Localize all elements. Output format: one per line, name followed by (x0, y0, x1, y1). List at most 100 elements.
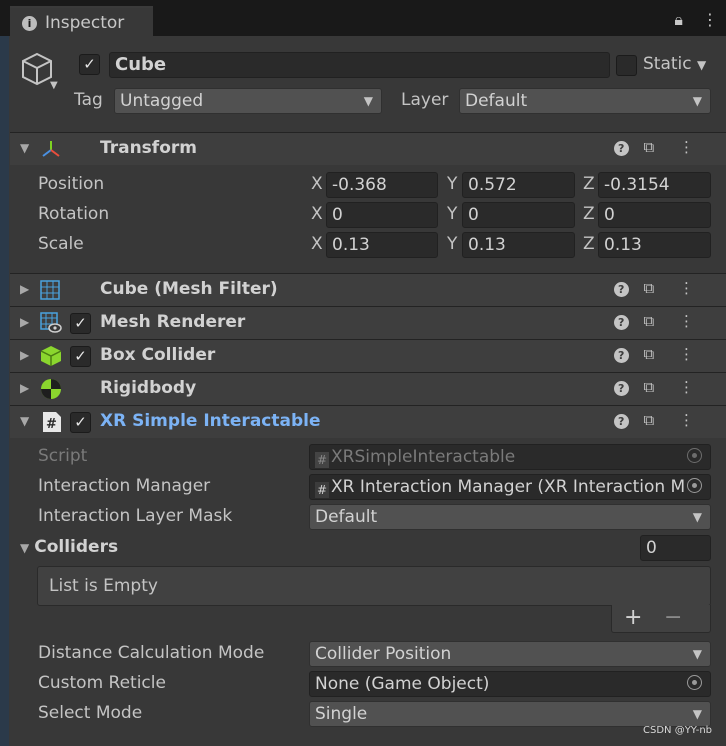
position-z-field[interactable]: -0.3154 (598, 172, 711, 198)
presets-icon[interactable]: ⧉ (644, 345, 665, 363)
interaction-layer-mask-dropdown[interactable]: Default ▼ (309, 504, 711, 530)
rotation-x-field[interactable]: 0 (326, 202, 438, 228)
colliders-foldout[interactable]: ▼ Colliders (20, 537, 118, 557)
scale-x-field[interactable]: 0.13 (326, 232, 438, 258)
box-collider-enabled-checkbox[interactable]: ✓ (70, 346, 91, 367)
static-label[interactable]: Static ▼ (643, 54, 706, 74)
axis-y-label[interactable]: Y (447, 234, 457, 254)
component-title: Mesh Renderer (100, 312, 246, 332)
axis-z-label[interactable]: Z (583, 204, 595, 224)
transform-header[interactable]: ▼ Transform ? ⧉ ⋮ (10, 132, 726, 165)
active-checkbox[interactable]: ✓ (79, 54, 100, 75)
help-icon[interactable]: ? (613, 141, 629, 156)
scale-z-field[interactable]: 0.13 (598, 232, 711, 258)
context-menu-icon[interactable]: ⋮ (679, 411, 704, 429)
scale-y-field[interactable]: 0.13 (462, 232, 575, 258)
axis-y-label[interactable]: Y (447, 204, 457, 224)
help-icon[interactable]: ? (613, 282, 629, 297)
axis-z-label[interactable]: Z (583, 234, 595, 254)
mesh-filter-header[interactable]: ▶ Cube (Mesh Filter) ? ⧉ ⋮ (10, 273, 726, 306)
mesh-renderer-icon (40, 312, 62, 339)
tab-bar: i Inspector 🔒︎ ⋮ (0, 0, 726, 38)
foldout-expanded-icon[interactable]: ▼ (20, 414, 29, 428)
object-picker-icon[interactable] (687, 478, 702, 493)
axis-x-label[interactable]: X (311, 174, 323, 194)
box-collider-header[interactable]: ▶ ✓ Box Collider ? ⧉ ⋮ (10, 339, 726, 372)
presets-icon[interactable]: ⧉ (644, 378, 665, 396)
list-empty-text: List is Empty (49, 576, 158, 596)
component-title: Rigidbody (100, 378, 197, 398)
custom-reticle-field[interactable]: None (Game Object) (309, 671, 711, 697)
context-menu-icon[interactable]: ⋮ (679, 345, 704, 363)
help-icon[interactable]: ? (613, 348, 629, 363)
context-menu-icon[interactable]: ⋮ (679, 378, 704, 396)
rigidbody-icon (40, 378, 62, 405)
interaction-manager-field[interactable]: # XR Interaction Manager (XR Interaction … (309, 474, 711, 500)
foldout-collapsed-icon[interactable]: ▶ (20, 282, 29, 296)
object-name-field[interactable]: Cube (109, 52, 610, 78)
position-x-field[interactable]: -0.368 (326, 172, 438, 198)
layer-value: Default (465, 91, 528, 111)
select-mode-value: Single (315, 704, 368, 724)
xr-simple-interactable-header[interactable]: ▼ # ✓ XR Simple Interactable ? ⧉ ⋮ (10, 405, 726, 438)
presets-icon[interactable]: ⧉ (644, 411, 665, 429)
tab-inspector[interactable]: i Inspector (10, 6, 153, 38)
remove-item-button[interactable]: − (664, 605, 682, 630)
foldout-expanded-icon[interactable]: ▼ (20, 141, 29, 155)
component-title: Box Collider (100, 345, 216, 365)
help-icon[interactable]: ? (613, 381, 629, 396)
foldout-collapsed-icon[interactable]: ▶ (20, 348, 29, 362)
object-picker-icon[interactable] (687, 675, 702, 690)
row-label: Position (38, 174, 105, 194)
tag-dropdown[interactable]: Untagged ▼ (114, 88, 382, 114)
rotation-y-field[interactable]: 0 (462, 202, 575, 228)
xr-enabled-checkbox[interactable]: ✓ (70, 412, 91, 433)
tab-label: Inspector (45, 13, 125, 33)
lock-icon[interactable]: 🔒︎ (674, 10, 683, 29)
icon-dropdown-icon[interactable]: ▼ (50, 80, 58, 91)
layer-mask-value: Default (315, 507, 378, 527)
help-icon[interactable]: ? (613, 414, 629, 429)
chevron-down-icon: ▼ (363, 94, 373, 108)
mesh-renderer-header[interactable]: ▶ ✓ Mesh Renderer ? ⧉ ⋮ (10, 306, 726, 339)
component-title: XR Simple Interactable (100, 411, 321, 431)
rigidbody-header[interactable]: ▶ Rigidbody ? ⧉ ⋮ (10, 372, 726, 405)
context-menu-icon[interactable]: ⋮ (679, 279, 704, 297)
mesh-renderer-enabled-checkbox[interactable]: ✓ (70, 313, 91, 334)
colliders-size-field[interactable]: 0 (640, 535, 711, 561)
foldout-expanded-icon[interactable]: ▼ (20, 541, 29, 555)
foldout-collapsed-icon[interactable]: ▶ (20, 381, 29, 395)
menu-icon[interactable]: ⋮ (702, 10, 718, 29)
context-menu-icon[interactable]: ⋮ (679, 138, 704, 156)
scene-view-edge (0, 36, 9, 746)
distance-calculation-mode-dropdown[interactable]: Collider Position ▼ (309, 641, 711, 667)
chevron-down-icon: ▼ (692, 94, 702, 108)
object-picker-icon (687, 448, 702, 463)
custom-reticle-label: Custom Reticle (38, 673, 166, 693)
object-icon[interactable]: ▼ (20, 52, 58, 91)
rotation-z-field[interactable]: 0 (598, 202, 711, 228)
axis-x-label[interactable]: X (311, 204, 323, 224)
help-icon[interactable]: ? (613, 315, 629, 330)
axis-z-label[interactable]: Z (583, 174, 595, 194)
chevron-down-icon: ▼ (692, 647, 702, 661)
tag-value: Untagged (120, 91, 204, 111)
presets-icon[interactable]: ⧉ (644, 138, 665, 156)
axis-y-label[interactable]: Y (447, 174, 457, 194)
chevron-down-icon: ▼ (692, 510, 702, 524)
presets-icon[interactable]: ⧉ (644, 312, 665, 330)
static-checkbox[interactable] (616, 55, 637, 76)
static-dropdown-icon[interactable]: ▼ (697, 58, 706, 72)
script-icon: # (42, 411, 62, 438)
axis-x-label[interactable]: X (311, 234, 323, 254)
presets-icon[interactable]: ⧉ (644, 279, 665, 297)
select-mode-label: Select Mode (38, 703, 143, 723)
add-item-button[interactable]: + (624, 605, 642, 630)
watermark: CSDN @YY-nb (643, 725, 713, 736)
layer-dropdown[interactable]: Default ▼ (459, 88, 711, 114)
component-title: Transform (100, 138, 197, 158)
foldout-collapsed-icon[interactable]: ▶ (20, 315, 29, 329)
context-menu-icon[interactable]: ⋮ (679, 312, 704, 330)
position-y-field[interactable]: 0.572 (462, 172, 575, 198)
select-mode-dropdown[interactable]: Single ▼ (309, 701, 711, 727)
